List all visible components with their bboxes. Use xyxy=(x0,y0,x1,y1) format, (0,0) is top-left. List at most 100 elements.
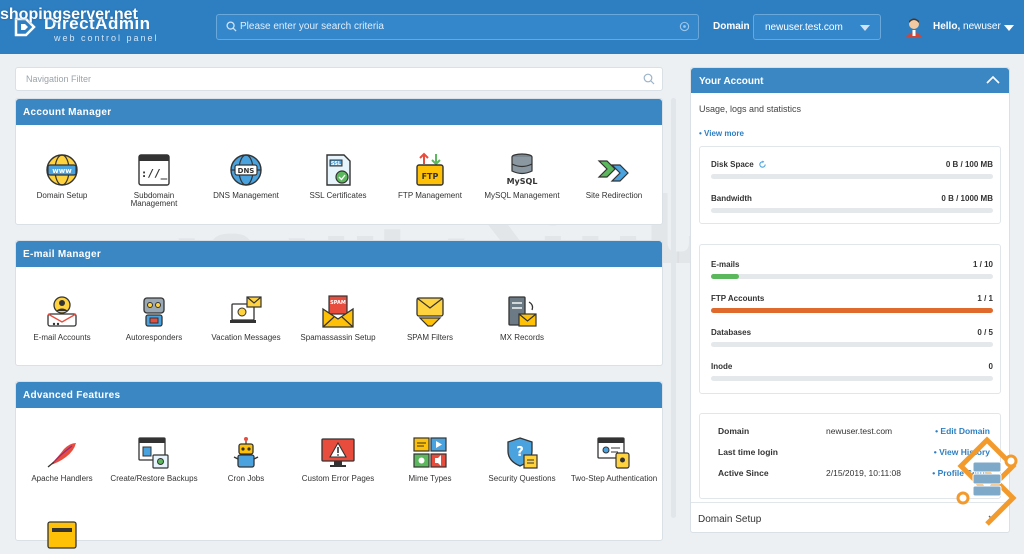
tile-dns-management[interactable]: DNS DNS Management xyxy=(200,152,292,200)
tile-create-restore-backups[interactable]: Create/Restore Backups xyxy=(108,435,200,483)
usage-bar-fill xyxy=(711,308,993,313)
account-description: Usage, logs and statistics xyxy=(699,104,802,114)
usage-row: Disk Space 0 B / 100 MB xyxy=(711,160,993,180)
tile-two-step-authentication[interactable]: Two-Step Authentication xyxy=(568,435,660,483)
tile-label: SSL Certificates xyxy=(309,191,367,200)
domain-value: newuser.test.com xyxy=(765,22,843,33)
tile-ssl-certificates[interactable]: SSL SSL Certificates xyxy=(292,152,384,200)
advanced-features-panel: Advanced Features Apache Handlers Create… xyxy=(15,381,663,549)
usage-value: 1 / 1 xyxy=(977,294,993,303)
usage-bar xyxy=(711,376,993,381)
ftp-folder-icon: FTP xyxy=(416,152,444,186)
usage-row: Inode 0 xyxy=(711,362,993,382)
tile-ftp-management[interactable]: FTP FTP Management xyxy=(384,152,476,200)
usage-value: 0 / 5 xyxy=(977,328,993,337)
usage-bar-fill xyxy=(711,274,740,279)
panel-title: Advanced Features xyxy=(16,382,662,408)
user-menu[interactable]: Hello, newuser xyxy=(903,16,1018,38)
chevron-down-icon xyxy=(860,25,870,31)
dns-globe-icon: DNS xyxy=(230,154,262,186)
tile-autoresponders[interactable]: Autoresponders xyxy=(108,294,200,342)
chevron-up-icon[interactable] xyxy=(985,73,1001,87)
settings-icon[interactable] xyxy=(679,21,690,32)
spam-envelope-icon: SPAM xyxy=(322,295,354,328)
refresh-icon[interactable] xyxy=(758,160,767,169)
tile-cron-jobs[interactable]: Cron Jobs xyxy=(200,435,292,483)
svg-text:DNS: DNS xyxy=(238,167,255,175)
domain-setup-label: Domain Setup xyxy=(698,514,762,525)
svg-text:SSL: SSL xyxy=(331,161,342,167)
info-key: Domain xyxy=(718,426,750,436)
tile-label: E-mail Accounts xyxy=(33,333,91,342)
account-manager-panel: Account Manager www Domain Setup ://_ Su… xyxy=(15,98,663,225)
redirect-arrows-icon xyxy=(597,160,629,182)
tile-email-accounts[interactable]: E-mail Accounts xyxy=(16,294,108,342)
usage-row: Bandwidth 0 B / 1000 MB xyxy=(711,194,993,214)
usage-value: 0 B / 1000 MB xyxy=(941,194,993,203)
scrollbar[interactable] xyxy=(671,98,676,518)
usage-bar xyxy=(711,308,993,313)
tile-label: Mime Types xyxy=(408,474,452,483)
tile-mysql-management[interactable]: MySQL MySQL Management xyxy=(476,152,568,200)
usage-bottom-box: E-mails 1 / 10 FTP Accounts 1 / 1 Databa… xyxy=(699,244,1001,394)
usage-top-box: Disk Space 0 B / 100 MB Bandwidth 0 B / … xyxy=(699,146,1001,224)
search-input[interactable]: Please enter your search criteria xyxy=(216,14,699,40)
tile-subdomain-management[interactable]: ://_ Subdomain Management xyxy=(108,152,200,208)
tile-label: Security Questions xyxy=(488,474,556,483)
svg-text:SPAM: SPAM xyxy=(330,300,346,306)
tile-label: MX Records xyxy=(499,333,544,342)
your-account-header[interactable]: Your Account xyxy=(691,68,1009,93)
search-placeholder: Please enter your search criteria xyxy=(240,21,384,32)
backup-window-icon xyxy=(138,437,169,469)
info-key: Last time login xyxy=(718,447,778,457)
tile-spamassassin-setup[interactable]: SPAM Spamassassin Setup xyxy=(292,294,384,342)
usage-bar xyxy=(711,208,993,213)
tile-label: Custom Error Pages xyxy=(301,474,375,483)
svg-text:?: ? xyxy=(516,445,524,460)
mime-types-icon xyxy=(413,437,447,468)
search-icon xyxy=(226,21,237,32)
watermark-logo-icon xyxy=(956,436,1018,526)
tile-apache-handlers[interactable]: Apache Handlers xyxy=(16,435,108,483)
apache-feather-icon xyxy=(47,443,76,468)
error-monitor-icon xyxy=(321,438,355,467)
tile-label: SPAM Filters xyxy=(406,333,454,342)
panel-title: Account Manager xyxy=(16,99,662,125)
usage-row: Databases 0 / 5 xyxy=(711,328,993,348)
tile-custom-error-pages[interactable]: Custom Error Pages xyxy=(292,435,384,483)
usage-value: 1 / 10 xyxy=(972,260,993,269)
tile-mx-records[interactable]: MX Records xyxy=(476,294,568,342)
robot-icon xyxy=(143,297,165,327)
usage-bar xyxy=(711,174,993,179)
usage-value: 0 B / 100 MB xyxy=(945,160,993,169)
panel-title: Your Account xyxy=(699,76,764,87)
tile-label: Two-Step Authentication xyxy=(570,474,658,483)
www-globe-icon: www xyxy=(46,154,78,186)
tile-domain-setup[interactable]: www Domain Setup xyxy=(16,152,108,200)
domain-select[interactable]: newuser.test.com xyxy=(753,14,881,40)
avatar xyxy=(906,18,922,37)
spam-filter-icon xyxy=(416,297,444,327)
view-more-link[interactable]: • View more xyxy=(699,129,744,138)
username: newuser xyxy=(963,21,1001,32)
tile-label: Domain Setup xyxy=(36,191,88,200)
usage-name: FTP Accounts xyxy=(711,294,765,303)
email-manager-panel: E-mail Manager E-mail Accounts Autorespo… xyxy=(15,240,663,366)
cron-robot-icon xyxy=(233,437,259,468)
tile-vacation-messages[interactable]: Vacation Messages xyxy=(200,294,292,342)
edit-domain-link[interactable]: • Edit Domain xyxy=(935,426,990,436)
tile-site-redirection[interactable]: Site Redirection xyxy=(568,152,660,200)
brand-subtitle: web control panel xyxy=(54,33,159,43)
usage-bar xyxy=(711,274,993,279)
tile-file-manager-partial[interactable] xyxy=(16,518,108,554)
tile-spam-filters[interactable]: SPAM Filters xyxy=(384,294,476,342)
ssl-certificate-icon: SSL xyxy=(326,154,351,186)
top-bar: DirectAdmin web control panel shopingser… xyxy=(0,0,1024,54)
navigation-filter-input[interactable]: Navigation Filter xyxy=(15,67,663,91)
tile-label: FTP Management xyxy=(398,191,462,200)
tile-security-questions[interactable]: ? Security Questions xyxy=(476,435,568,483)
hello-text: Hello, newuser xyxy=(933,21,1001,32)
svg-text:FTP: FTP xyxy=(422,172,439,181)
svg-text:www: www xyxy=(52,167,72,175)
tile-mime-types[interactable]: Mime Types xyxy=(384,435,476,483)
